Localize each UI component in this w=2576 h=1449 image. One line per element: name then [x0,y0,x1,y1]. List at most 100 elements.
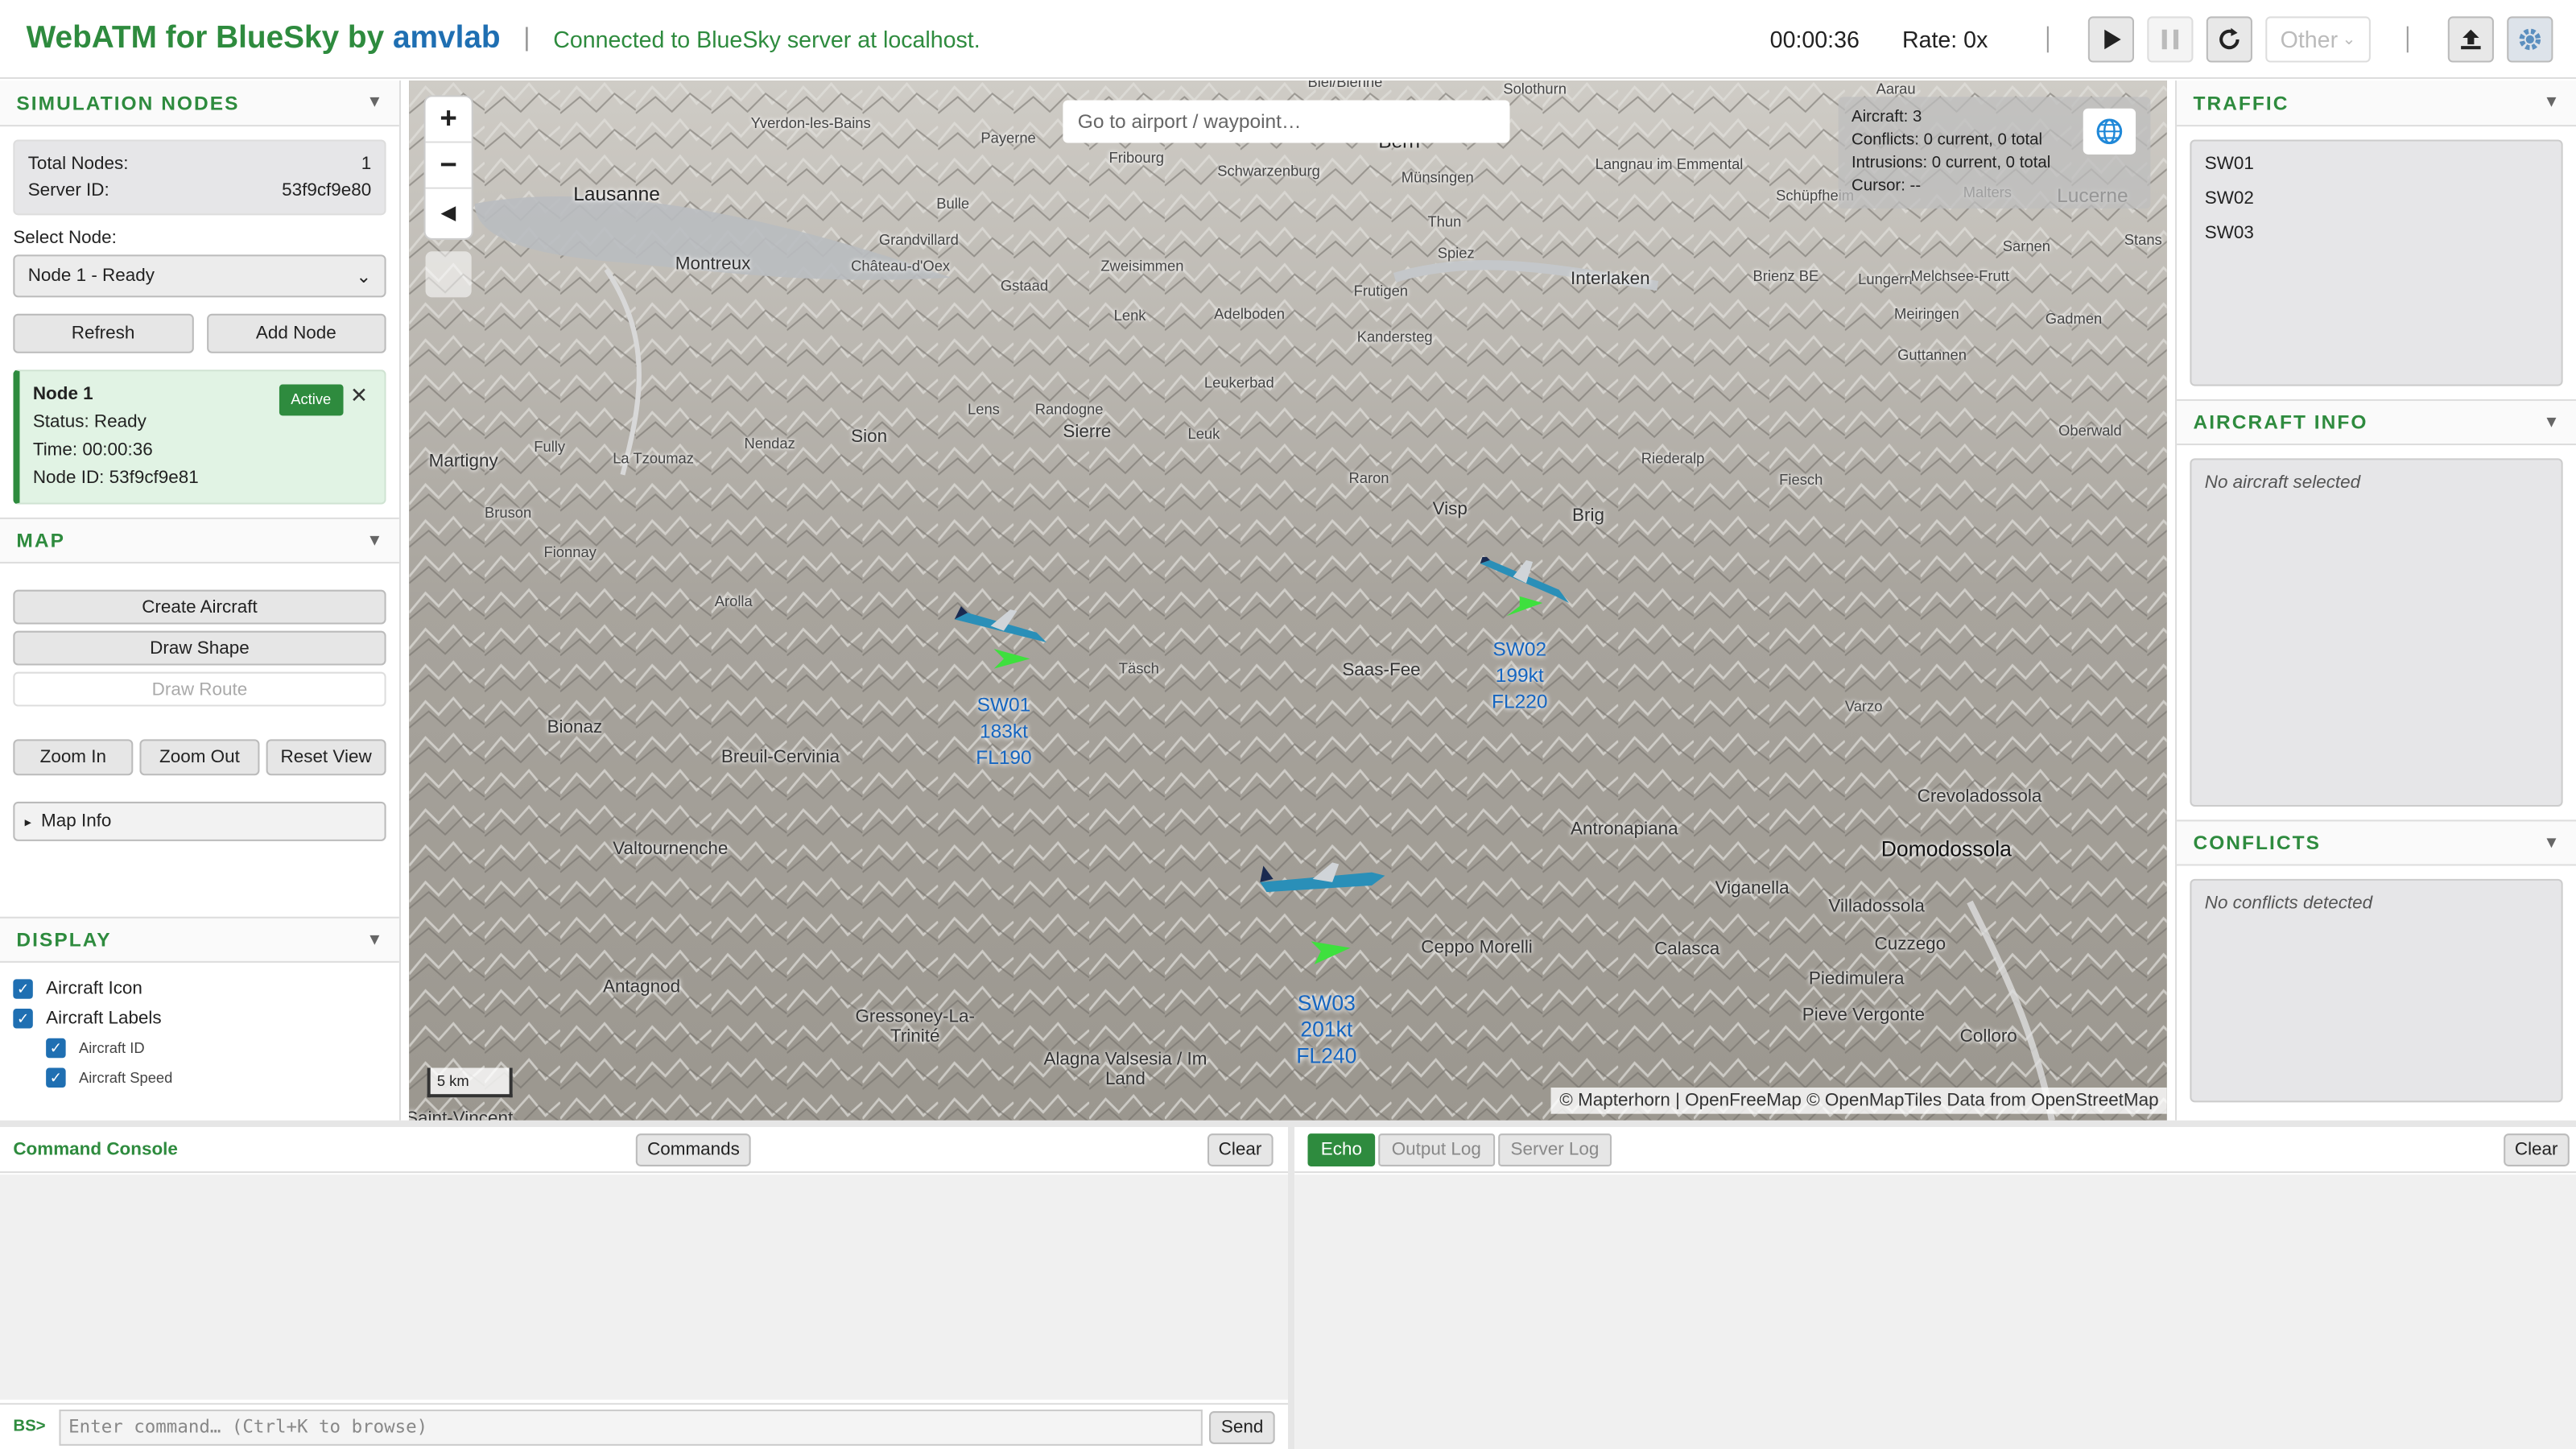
display-section-header[interactable]: DISPLAY ▼ [0,916,399,963]
aircraft-info-box: No aircraft selected [2190,458,2563,807]
place-label: Crevoladossola [1917,786,2042,807]
refresh-button[interactable]: Refresh [13,313,193,353]
draw-route-button[interactable]: Draw Route [13,671,386,707]
clear-log-button[interactable]: Clear [2503,1133,2570,1166]
tab-echo[interactable]: Echo [1307,1133,1376,1166]
draw-shape-button[interactable]: Draw Shape [13,630,386,666]
place-label: La Tzoumaz [613,450,694,467]
place-label: Biel/Bienne [1307,80,1383,91]
place-label: Riederalp [1641,450,1705,467]
place-label: Gressoney-La-Trinité [855,1007,975,1046]
simulation-nodes-header[interactable]: SIMULATION NODES ▼ [0,80,399,127]
list-item[interactable]: SW03 [2205,217,2549,251]
place-label: Cuzzego [1874,935,1946,955]
search-input[interactable]: Go to airport / waypoint… [1063,100,1510,143]
add-node-button[interactable]: Add Node [206,313,386,353]
console-output [0,1174,1288,1400]
place-label: Kandersteg [1356,328,1433,345]
place-label: Calasca [1654,939,1720,960]
place-label: Frutigen [1353,283,1409,299]
map-attribution[interactable]: © Mapterhorn | OpenFreeMap © OpenMapTile… [1551,1088,2167,1114]
conflicts-header[interactable]: CONFLICTS ▼ [2177,819,2576,866]
create-aircraft-button[interactable]: Create Aircraft [13,589,386,625]
place-label: Antronapiana [1571,819,1678,840]
command-input-row: BS> Enter command… (Ctrl+K to browse) Se… [0,1402,1288,1449]
reset-view-button[interactable]: Reset View [266,739,386,776]
place-label: Saas-Fee [1342,660,1421,680]
zoom-plus-icon[interactable]: + [425,97,472,143]
header-divider-2 [2406,26,2409,53]
settings-button[interactable] [2507,16,2553,63]
map-info-toggle[interactable]: ▸ Map Info [13,801,386,841]
traffic-header[interactable]: TRAFFIC ▼ [2177,80,2576,127]
aircraft-speed-checkbox[interactable]: ✓ Aircraft Speed [46,1067,386,1088]
send-button[interactable]: Send [1209,1410,1275,1443]
right-panel: TRAFFIC ▼ SW01 SW02 SW03 AIRCRAFT INFO ▼ N… [2175,80,2576,1121]
place-label: Lens [968,400,1000,418]
terrain-background [409,80,2167,1121]
aircraft-icon-checkbox[interactable]: ✓ Aircraft Icon [13,979,386,999]
place-label: Visp [1432,499,1468,519]
clear-console-button[interactable]: Clear [1207,1133,1274,1166]
pause-button[interactable] [2147,16,2194,63]
checkmark-icon: ✓ [46,1067,66,1088]
heading-arrow-icon [993,649,1030,669]
node-id: Node ID: 53f9cf9e81 [32,468,199,489]
checkmark-icon: ✓ [13,979,33,999]
node-select[interactable]: Node 1 - Ready ⌄ [13,254,386,298]
airplane-icon [954,606,1046,642]
map-view[interactable]: Biel/Bienne Solothurn Aarau Yverdon-les-Bai… [409,80,2167,1121]
place-label: Château-d'Oex [851,258,951,275]
compass-icon[interactable]: ◀ [426,189,472,235]
place-label: Fribourg [1108,149,1164,167]
tab-output-log[interactable]: Output Log [1378,1133,1495,1166]
heading-arrow-icon [1311,941,1351,964]
amvlab-link[interactable]: amvlab [393,21,501,56]
zoom-in-button[interactable]: Zoom In [13,739,134,776]
place-label: Münsingen [1401,169,1474,186]
other-select[interactable]: Other ⌄ [2265,16,2371,63]
place-label: Zweisimmen [1100,258,1184,275]
place-label: Valtournenche [613,839,729,860]
aircraft-labels-checkbox[interactable]: ✓ Aircraft Labels [13,1009,386,1029]
app-header: WebATM for BlueSky by amvlab | Connected… [0,0,2576,79]
zoom-minus-icon[interactable]: − [425,143,472,189]
horizontal-splitter[interactable] [0,1120,2576,1127]
node-card[interactable]: Node 1 Active ✕ Status: Ready Time: 00:0… [13,369,386,505]
close-icon[interactable]: ✕ [350,381,368,409]
nodes-summary: Total Nodes: 1 Server ID: 53f9cf9e80 [13,139,386,216]
aircraft-id-checkbox[interactable]: ✓ Aircraft ID [46,1038,386,1059]
reset-button[interactable] [2206,16,2252,63]
list-item[interactable]: SW01 [2205,148,2549,183]
place-label: Solothurn [1503,80,1567,97]
place-label: Thun [1427,213,1462,230]
collapse-arrow-icon: ▼ [2543,413,2560,431]
upload-button[interactable] [2447,16,2494,63]
place-label: Arolla [714,592,753,610]
place-label: Melchsee-Frutt [1910,267,2009,285]
log-output [1294,1174,2576,1449]
terrain-toggle-icon[interactable] [425,251,472,298]
map-section-header[interactable]: MAP ▼ [0,517,399,564]
place-label: Spiez [1437,245,1475,262]
place-label: Fully [534,438,566,456]
place-label: Domodossola [1880,836,2012,861]
list-item[interactable]: SW02 [2205,183,2549,217]
vertical-splitter[interactable] [1287,1126,1295,1449]
header-divider [2046,26,2049,53]
tab-server-log[interactable]: Server Log [1497,1133,1612,1166]
pause-icon [2161,29,2179,50]
log-panel: Echo Output Log Server Log Clear [1294,1126,2576,1449]
place-label: Alagna Valsesia / Im Land [1043,1050,1208,1090]
globe-button[interactable] [2083,108,2136,155]
left-panel: SIMULATION NODES ▼ Total Nodes: 1 Server I… [0,80,401,1121]
aircraft-info-header[interactable]: AIRCRAFT INFO ▼ [2177,398,2576,446]
commands-button[interactable]: Commands [635,1133,752,1166]
connection-status: Connected to BlueSky server at localhost… [553,25,980,52]
play-button[interactable] [2087,16,2134,63]
place-label: Grandvillard [878,231,959,249]
command-input[interactable]: Enter command… (Ctrl+K to browse) [58,1408,1203,1445]
place-label: Randogne [1034,400,1104,418]
command-console: Command Console Commands Clear BS> Enter… [0,1126,1288,1449]
zoom-out-button[interactable]: Zoom Out [139,739,260,776]
